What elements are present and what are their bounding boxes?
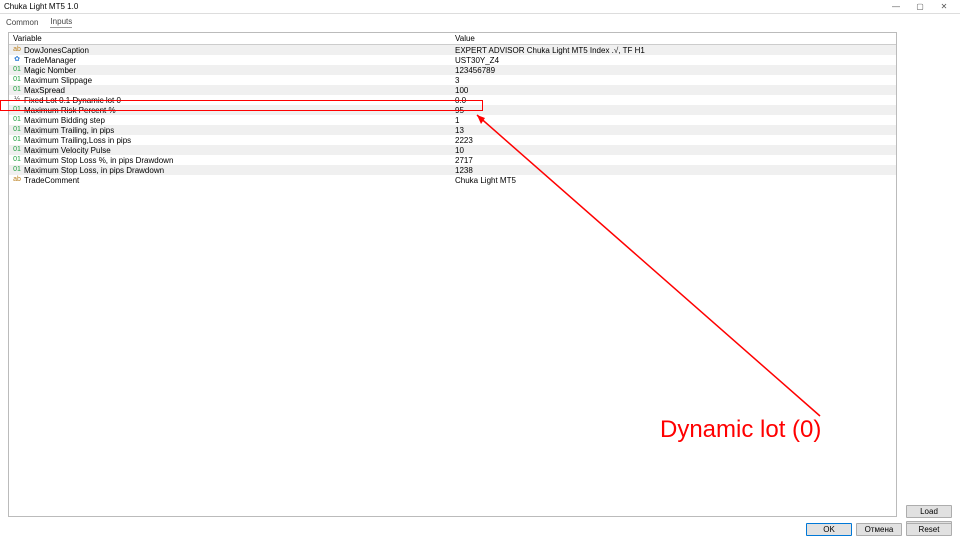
variable-name: Maximum Risk Percent % — [24, 106, 116, 115]
maximize-button[interactable]: ▢ — [908, 0, 932, 14]
annotation-text: Dynamic lot (0) — [660, 416, 821, 444]
variable-value[interactable]: 123456789 — [451, 66, 896, 75]
variable-name: Maximum Velocity Pulse — [24, 146, 111, 155]
type-icon: 01 — [13, 146, 21, 154]
type-icon: ab — [13, 46, 21, 54]
type-icon: ab — [13, 176, 21, 184]
variable-name: Maximum Stop Loss %, in pips Drawdown — [24, 156, 173, 165]
variable-value[interactable]: 0.0 — [451, 96, 896, 105]
variable-name: Maximum Trailing,Loss in pips — [24, 136, 131, 145]
variable-name: Maximum Slippage — [24, 76, 92, 85]
variable-name: Maximum Stop Loss, in pips Drawdown — [24, 166, 164, 175]
variable-value[interactable]: 1238 — [451, 166, 896, 175]
variable-value[interactable]: 100 — [451, 86, 896, 95]
type-icon: 01 — [13, 116, 21, 124]
variable-value[interactable]: UST30Y_Z4 — [451, 56, 896, 65]
table-row[interactable]: 01Maximum Stop Loss %, in pips Drawdown 2… — [9, 155, 896, 165]
type-icon: 01 — [13, 66, 21, 74]
variable-name: Magic Nomber — [24, 66, 76, 75]
variable-value[interactable]: Chuka Light MT5 — [451, 176, 896, 185]
type-icon: 01 — [13, 166, 21, 174]
variable-value[interactable]: 1 — [451, 116, 896, 125]
type-icon: 01 — [13, 106, 21, 114]
ok-button[interactable]: OK — [806, 523, 852, 536]
col-variable: Variable — [9, 34, 451, 43]
type-icon: ✿ — [13, 56, 21, 64]
variable-value[interactable]: 95 — [451, 106, 896, 115]
type-icon: 01 — [13, 86, 21, 94]
col-value: Value — [451, 34, 896, 43]
table-row[interactable]: 01Maximum Trailing, in pips 13 — [9, 125, 896, 135]
tab-bar: Common Inputs — [0, 14, 960, 28]
type-icon: 01 — [13, 126, 21, 134]
window-title: Chuka Light MT5 1.0 — [4, 2, 884, 11]
variable-value[interactable]: 3 — [451, 76, 896, 85]
table-row[interactable]: 01Maximum Risk Percent % 95 — [9, 105, 896, 115]
variable-name: TradeManager — [24, 56, 76, 65]
variable-name: Fixed Lot 0.1 Dynamic lot 0 — [24, 96, 121, 105]
bottom-buttons: OK Отмена Reset — [806, 523, 952, 536]
load-button[interactable]: Load — [906, 505, 952, 518]
variable-value[interactable]: 13 — [451, 126, 896, 135]
tab-inputs[interactable]: Inputs — [50, 16, 72, 28]
reset-button[interactable]: Reset — [906, 523, 952, 536]
table-row[interactable]: 01Maximum Stop Loss, in pips Drawdown 123… — [9, 165, 896, 175]
variable-value[interactable]: 2717 — [451, 156, 896, 165]
minimize-button[interactable]: — — [884, 0, 908, 14]
table-header: Variable Value — [9, 33, 896, 45]
table-row[interactable]: 01Maximum Slippage 3 — [9, 75, 896, 85]
variable-name: DowJonesCaption — [24, 46, 89, 55]
dialog-body: Variable Value abDowJonesCaptionEXPERT A… — [0, 28, 960, 517]
title-bar: Chuka Light MT5 1.0 — ▢ ✕ — [0, 0, 960, 14]
variable-name: TradeComment — [24, 176, 79, 185]
inputs-table: Variable Value abDowJonesCaptionEXPERT A… — [8, 32, 897, 517]
table-row[interactable]: 01Maximum Velocity Pulse 10 — [9, 145, 896, 155]
table-row[interactable]: abTradeComment Chuka Light MT5 — [9, 175, 896, 185]
table-row[interactable]: 01Maximum Trailing,Loss in pips 2223 — [9, 135, 896, 145]
close-button[interactable]: ✕ — [932, 0, 956, 14]
variable-value[interactable]: EXPERT ADVISOR Chuka Light MT5 Index .√,… — [451, 46, 896, 55]
variable-value[interactable]: 2223 — [451, 136, 896, 145]
variable-name: Maximum Trailing, in pips — [24, 126, 114, 135]
table-row[interactable]: ½Fixed Lot 0.1 Dynamic lot 0 0.0 — [9, 95, 896, 105]
window-controls: — ▢ ✕ — [884, 0, 956, 14]
table-row[interactable]: ✿TradeManager UST30Y_Z4 — [9, 55, 896, 65]
table-row[interactable]: 01MaxSpread 100 — [9, 85, 896, 95]
variable-value[interactable]: 10 — [451, 146, 896, 155]
type-icon: 01 — [13, 136, 21, 144]
type-icon: ½ — [13, 96, 21, 104]
table-row[interactable]: 01Maximum Bidding step 1 — [9, 115, 896, 125]
table-row[interactable]: abDowJonesCaption EXPERT ADVISOR Chuka Li… — [9, 45, 896, 55]
dialog-window: Chuka Light MT5 1.0 — ▢ ✕ Common Inputs … — [0, 0, 960, 540]
table-row[interactable]: 01Magic Nomber 123456789 — [9, 65, 896, 75]
variable-name: Maximum Bidding step — [24, 116, 105, 125]
cancel-button[interactable]: Отмена — [856, 523, 902, 536]
variable-name: MaxSpread — [24, 86, 65, 95]
type-icon: 01 — [13, 156, 21, 164]
type-icon: 01 — [13, 76, 21, 84]
tab-common[interactable]: Common — [6, 17, 38, 28]
